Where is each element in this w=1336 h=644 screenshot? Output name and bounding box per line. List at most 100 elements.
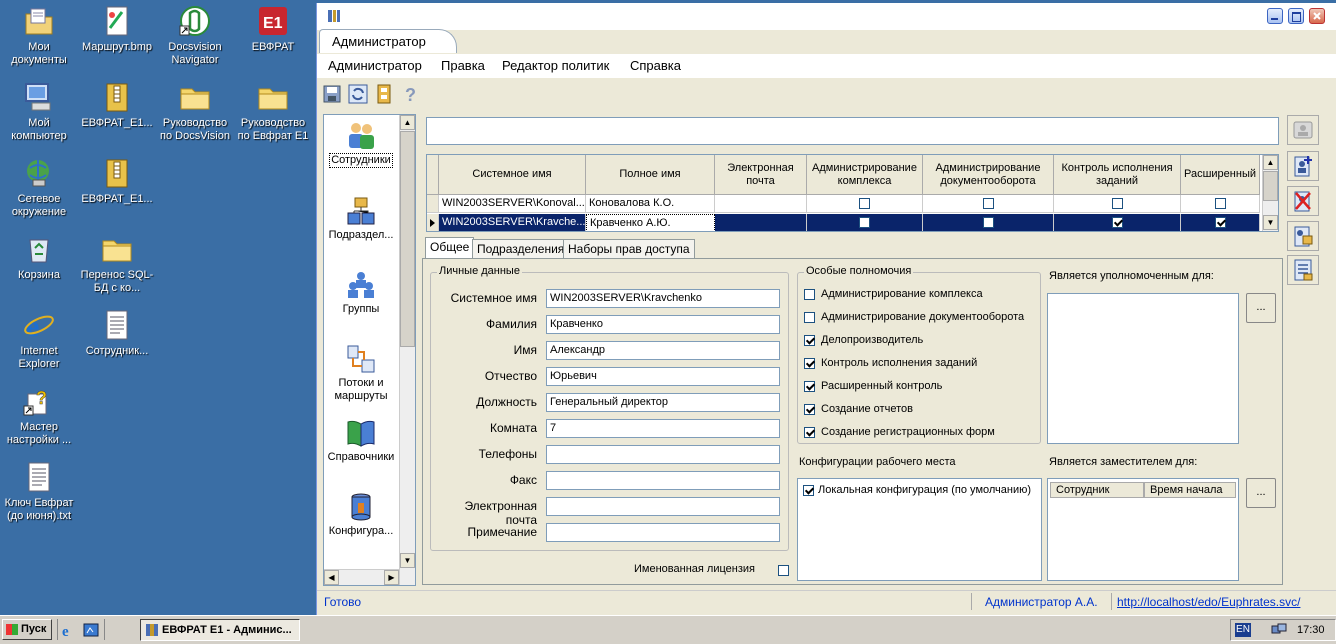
nav-hscrollbar[interactable]: ◀ ▶: [324, 569, 399, 585]
menu-policy-editor[interactable]: Редактор политик: [502, 58, 609, 73]
nav-scrollbar[interactable]: ▲ ▼: [399, 115, 415, 585]
cell-checkbox[interactable]: [1214, 198, 1226, 209]
grid-column-header[interactable]: Системное имя: [439, 155, 586, 195]
deputy-col-employee[interactable]: Сотрудник: [1050, 482, 1144, 498]
desktop-icon[interactable]: Руководство по DocsVision: [156, 80, 234, 143]
close-button[interactable]: [1309, 8, 1325, 24]
deputy-for-list[interactable]: Сотрудник Время начала: [1047, 478, 1239, 581]
cell-system-name[interactable]: WIN2003SERVER\Kravche...: [439, 214, 586, 231]
special-right-checkbox[interactable]: [804, 403, 815, 415]
cell-admin-docflow[interactable]: [923, 195, 1054, 213]
search-input[interactable]: [426, 117, 1279, 145]
cell-email[interactable]: [715, 214, 807, 231]
cell-full-name[interactable]: Коновалова К.О.: [586, 195, 715, 213]
scroll-left-arrow[interactable]: ◀: [324, 570, 339, 585]
special-right-item[interactable]: Делопроизводитель: [804, 334, 923, 346]
desktop-icon[interactable]: Руководство по Евфрат E1: [234, 80, 312, 143]
grid-column-header[interactable]: Электронная почта: [715, 155, 807, 195]
field-input[interactable]: Генеральный директор: [546, 393, 780, 412]
field-input[interactable]: Юрьевич: [546, 367, 780, 386]
scroll-down-arrow[interactable]: ▼: [400, 553, 415, 568]
cell-admin-complex[interactable]: [807, 195, 923, 213]
special-right-checkbox[interactable]: [804, 334, 815, 346]
nav-item[interactable]: Группы: [324, 269, 398, 316]
cell-checkbox[interactable]: [1214, 217, 1226, 228]
deputy-browse-button[interactable]: ...: [1246, 478, 1276, 508]
taskbar-window-button[interactable]: ЕВФРАТ E1 - Админис...: [140, 619, 300, 641]
grid-column-header[interactable]: Администрирование документооборота: [923, 155, 1054, 195]
tab-general[interactable]: Общее: [425, 237, 475, 259]
special-right-item[interactable]: Администрирование комплекса: [804, 288, 983, 300]
grid-column-header[interactable]: Администрирование комплекса: [807, 155, 923, 195]
service-url-link[interactable]: http://localhost/edo/Euphrates.svc/: [1117, 595, 1300, 609]
language-indicator[interactable]: EN: [1235, 623, 1251, 637]
archive-icon[interactable]: [373, 83, 395, 105]
desktop-icon[interactable]: ЕВФРАТ_E1...: [78, 156, 156, 206]
remove-user-icon[interactable]: [1287, 186, 1319, 216]
field-input[interactable]: WIN2003SERVER\Kravchenko: [546, 289, 780, 308]
grid-column-header[interactable]: Расширенный: [1181, 155, 1260, 195]
user-card-icon[interactable]: [1287, 115, 1319, 145]
nav-item[interactable]: Потоки и маршруты: [324, 343, 398, 403]
desktop-icon[interactable]: Сетевое окружение: [0, 156, 78, 219]
nav-item[interactable]: Конфигура...: [324, 491, 398, 538]
network-tray-icon[interactable]: [1271, 623, 1287, 637]
special-right-checkbox[interactable]: [804, 426, 815, 438]
desktop-icon[interactable]: ЕВФРАТ_E1...: [78, 80, 156, 130]
nav-item[interactable]: Сотрудники: [324, 119, 398, 168]
scroll-right-arrow[interactable]: ▶: [384, 570, 399, 585]
special-right-checkbox[interactable]: [804, 380, 815, 392]
help-icon[interactable]: ?: [399, 83, 421, 105]
grid-column-header[interactable]: Полное имя: [586, 155, 715, 195]
deputy-col-start-time[interactable]: Время начала: [1144, 482, 1236, 498]
field-input[interactable]: 7: [546, 419, 780, 438]
menu-edit[interactable]: Правка: [441, 58, 485, 73]
cell-task-control[interactable]: [1054, 195, 1181, 213]
row-selector[interactable]: [427, 195, 439, 213]
save-icon[interactable]: [321, 83, 343, 105]
grid-scroll-up-arrow[interactable]: ▲: [1263, 155, 1278, 170]
cell-checkbox[interactable]: [859, 198, 870, 209]
cell-checkbox[interactable]: [1111, 198, 1123, 209]
field-input[interactable]: [546, 523, 780, 542]
desktop-icon[interactable]: Маршрут.bmp: [78, 4, 156, 54]
special-right-checkbox[interactable]: [804, 288, 815, 300]
cell-checkbox[interactable]: [1111, 217, 1123, 228]
cell-checkbox[interactable]: [982, 198, 994, 209]
nav-item[interactable]: Подраздел...: [324, 195, 398, 242]
user-properties-icon[interactable]: [1287, 221, 1319, 251]
special-right-item[interactable]: Создание отчетов: [804, 403, 913, 415]
desktop-icon[interactable]: E1 ЕВФРАТ: [234, 4, 312, 54]
special-right-checkbox[interactable]: [804, 357, 815, 369]
desktop-icon[interactable]: Ключ Евфрат (до июня).txt: [0, 460, 78, 523]
desktop-icon[interactable]: Мои документы: [0, 4, 78, 67]
cell-admin-docflow[interactable]: [923, 214, 1054, 231]
desktop-icon[interactable]: Корзина: [0, 232, 78, 282]
cell-task-control[interactable]: [1054, 214, 1181, 231]
start-button[interactable]: Пуск: [2, 619, 52, 640]
cell-checkbox[interactable]: [859, 217, 870, 228]
add-user-icon[interactable]: [1287, 151, 1319, 181]
field-input[interactable]: [546, 471, 780, 490]
grid-scroll-thumb[interactable]: [1263, 171, 1278, 201]
special-right-checkbox[interactable]: [804, 311, 815, 323]
workplace-config-checkbox[interactable]: [803, 484, 814, 496]
special-right-item[interactable]: Администрирование документооборота: [804, 311, 1024, 323]
desktop-icon[interactable]: ? Мастер настройки ...: [0, 384, 78, 447]
cell-full-name[interactable]: Кравченко А.Ю.: [586, 214, 715, 231]
special-right-item[interactable]: Создание регистрационных форм: [804, 426, 995, 438]
authorized-for-list[interactable]: [1047, 293, 1239, 444]
named-license-checkbox[interactable]: [778, 564, 789, 576]
field-input[interactable]: [546, 497, 780, 516]
scroll-thumb[interactable]: [400, 131, 415, 347]
tab-access-rights[interactable]: Наборы прав доступа: [563, 239, 695, 259]
grid-scrollbar[interactable]: ▲ ▼: [1262, 155, 1278, 231]
field-input[interactable]: Александр: [546, 341, 780, 360]
cell-extended[interactable]: [1181, 214, 1260, 231]
grid-scroll-down-arrow[interactable]: ▼: [1263, 215, 1278, 230]
scroll-up-arrow[interactable]: ▲: [400, 115, 415, 130]
desktop-icon[interactable]: Сотрудник...: [78, 308, 156, 358]
maximize-button[interactable]: [1288, 8, 1304, 24]
grid-column-header[interactable]: Контроль исполнения заданий: [1054, 155, 1181, 195]
cell-checkbox[interactable]: [982, 217, 994, 228]
